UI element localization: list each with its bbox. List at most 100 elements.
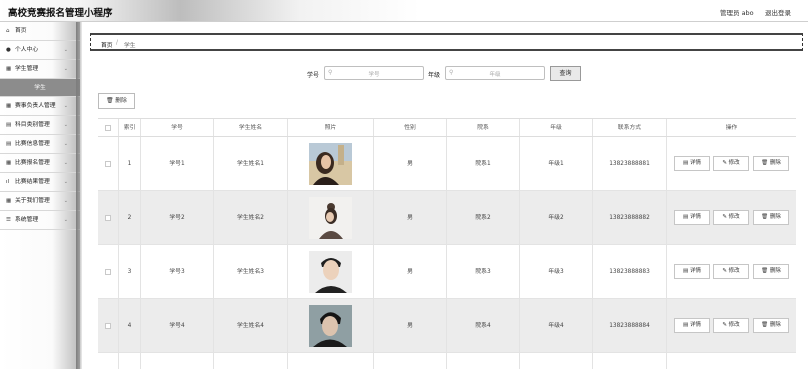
pencil-icon: ✎ bbox=[722, 268, 727, 274]
row-index: 2 bbox=[119, 191, 141, 244]
row-actions: ▤ 详情 ✎ 修改 🗑 删除 bbox=[667, 137, 796, 190]
chevron-down-icon: ⌄ bbox=[63, 198, 68, 204]
delete-button[interactable]: 🗑 删除 bbox=[753, 264, 789, 279]
detail-button[interactable]: ▤ 详情 bbox=[674, 264, 710, 279]
trash-icon: 🗑 bbox=[761, 322, 769, 328]
row-department: 院系2 bbox=[447, 191, 520, 244]
row-cell bbox=[119, 353, 141, 369]
row-student-name: 学生姓名2 bbox=[214, 191, 288, 244]
row-student-id: 学号3 bbox=[141, 245, 214, 298]
row-contact: 13823888883 bbox=[593, 245, 667, 298]
sidebar-item-label: 学生管理 bbox=[15, 66, 39, 72]
trash-icon: 🗑 bbox=[106, 98, 114, 104]
row-cell bbox=[593, 353, 667, 369]
document-icon: ▤ bbox=[683, 322, 689, 328]
sidebar-item-system[interactable]: ☰ 系统管理 ⌄ bbox=[0, 211, 80, 230]
delete-button[interactable]: 🗑 删除 bbox=[753, 318, 789, 333]
edit-label: 修改 bbox=[728, 322, 740, 328]
breadcrumb-home[interactable]: 首页 bbox=[101, 40, 113, 49]
sidebar-item-competition-info[interactable]: ▤ 比赛信息管理 ⌄ bbox=[0, 135, 80, 154]
sidebar-item-registrations[interactable]: ▦ 比赛报名管理 ⌄ bbox=[0, 154, 80, 173]
row-select[interactable] bbox=[98, 353, 119, 369]
row-photo-cell bbox=[288, 245, 374, 298]
edit-button[interactable]: ✎ 修改 bbox=[713, 318, 749, 333]
pencil-icon: ✎ bbox=[722, 214, 727, 220]
detail-label: 详情 bbox=[689, 322, 701, 328]
batch-delete-label: 删除 bbox=[115, 98, 127, 104]
detail-label: 详情 bbox=[689, 268, 701, 274]
sidebar-item-label: 首页 bbox=[15, 28, 27, 34]
chevron-down-icon: ⌄ bbox=[63, 47, 68, 53]
grade-input[interactable]: ⚲ 年级 bbox=[445, 66, 545, 80]
row-checkbox[interactable] bbox=[105, 214, 111, 221]
row-student-name: 学生姓名4 bbox=[214, 299, 288, 352]
detail-button[interactable]: ▤ 详情 bbox=[674, 210, 710, 225]
header-select-all[interactable] bbox=[98, 119, 119, 136]
query-button[interactable]: 查询 bbox=[550, 66, 581, 81]
row-contact: 13823888882 bbox=[593, 191, 667, 244]
sidebar-subitem-student[interactable]: 学生 bbox=[0, 79, 80, 97]
select-all-checkbox[interactable] bbox=[105, 124, 111, 131]
row-grade: 年级2 bbox=[520, 191, 593, 244]
main-content: 首页 / 学生 学号 ⚲ 学号 年级 ⚲ 年级 查询 🗑 删除 索引 学号 学生… bbox=[82, 22, 808, 369]
detail-label: 详情 bbox=[689, 160, 701, 166]
header-grade: 年级 bbox=[520, 119, 593, 136]
table-row: 1 学号1 学生姓名1 男 院系1 年级1 13823888881 ▤ 详情 ✎… bbox=[98, 137, 796, 191]
chevron-down-icon: ⌄ bbox=[63, 160, 68, 166]
header-contact: 联系方式 bbox=[593, 119, 667, 136]
row-cell bbox=[141, 353, 214, 369]
sidebar-item-home[interactable]: ⌂ 首页 bbox=[0, 22, 80, 41]
row-contact: 13823888881 bbox=[593, 137, 667, 190]
row-cell bbox=[667, 353, 796, 369]
row-select[interactable] bbox=[98, 299, 119, 352]
sidebar-item-profile[interactable]: ● 个人中心 ⌄ bbox=[0, 41, 80, 60]
row-department: 院系1 bbox=[447, 137, 520, 190]
sidebar-item-event-managers[interactable]: ▦ 赛事负责人管理 ⌄ bbox=[0, 97, 80, 116]
detail-button[interactable]: ▤ 详情 bbox=[674, 318, 710, 333]
student-id-input[interactable]: ⚲ 学号 bbox=[324, 66, 424, 80]
row-grade: 年级4 bbox=[520, 299, 593, 352]
edit-button[interactable]: ✎ 修改 bbox=[713, 210, 749, 225]
document-icon: ▤ bbox=[683, 214, 689, 220]
delete-button[interactable]: 🗑 删除 bbox=[753, 210, 789, 225]
batch-delete-button[interactable]: 🗑 删除 bbox=[98, 93, 135, 109]
pencil-icon: ✎ bbox=[722, 322, 727, 328]
row-photo-cell bbox=[288, 137, 374, 190]
sidebar-item-about[interactable]: ▦ 关于我们管理 ⌄ bbox=[0, 192, 80, 211]
row-checkbox[interactable] bbox=[105, 160, 111, 167]
sidebar: ⌂ 首页 ● 个人中心 ⌄ ▦ 学生管理 ⌄ 学生 ▦ 赛事负责人管理 ⌄ ▤ 科目类别管… bbox=[0, 22, 80, 369]
sidebar-item-students[interactable]: ▦ 学生管理 ⌄ bbox=[0, 60, 80, 79]
edit-button[interactable]: ✎ 修改 bbox=[713, 264, 749, 279]
sidebar-item-label: 比赛信息管理 bbox=[15, 141, 50, 147]
student-id-placeholder: 学号 bbox=[368, 72, 380, 78]
row-actions: ▤ 详情 ✎ 修改 🗑 删除 bbox=[667, 299, 796, 352]
sidebar-item-subject-categories[interactable]: ▤ 科目类别管理 ⌄ bbox=[0, 116, 80, 135]
sidebar-item-label: 关于我们管理 bbox=[15, 198, 50, 204]
row-gender: 男 bbox=[374, 245, 447, 298]
detail-button[interactable]: ▤ 详情 bbox=[674, 156, 710, 171]
sidebar-item-results[interactable]: ıl 比赛结果管理 ⌄ bbox=[0, 173, 80, 192]
delete-label: 删除 bbox=[769, 160, 781, 166]
row-index: 4 bbox=[119, 299, 141, 352]
delete-button[interactable]: 🗑 删除 bbox=[753, 156, 789, 171]
row-checkbox[interactable] bbox=[105, 268, 111, 275]
row-index: 3 bbox=[119, 245, 141, 298]
document-icon: ▤ bbox=[683, 160, 689, 166]
sidebar-item-label: 系统管理 bbox=[15, 217, 39, 223]
top-header: 高校竞赛报名管理小程序 管理员 abo 退出登录 bbox=[0, 0, 808, 22]
user-icon: ● bbox=[6, 47, 11, 53]
edit-label: 修改 bbox=[728, 160, 740, 166]
edit-button[interactable]: ✎ 修改 bbox=[713, 156, 749, 171]
bar-chart-icon: ıl bbox=[6, 179, 10, 185]
logout-link[interactable]: 退出登录 bbox=[765, 7, 791, 17]
row-gender: 男 bbox=[374, 191, 447, 244]
row-select[interactable] bbox=[98, 137, 119, 190]
header-student-name: 学生姓名 bbox=[214, 119, 288, 136]
row-select[interactable] bbox=[98, 245, 119, 298]
row-checkbox[interactable] bbox=[105, 322, 111, 329]
home-icon: ⌂ bbox=[6, 28, 10, 34]
row-select[interactable] bbox=[98, 191, 119, 244]
trash-icon: 🗑 bbox=[761, 268, 769, 274]
row-student-id: 学号2 bbox=[141, 191, 214, 244]
grid-icon: ▦ bbox=[6, 160, 12, 166]
